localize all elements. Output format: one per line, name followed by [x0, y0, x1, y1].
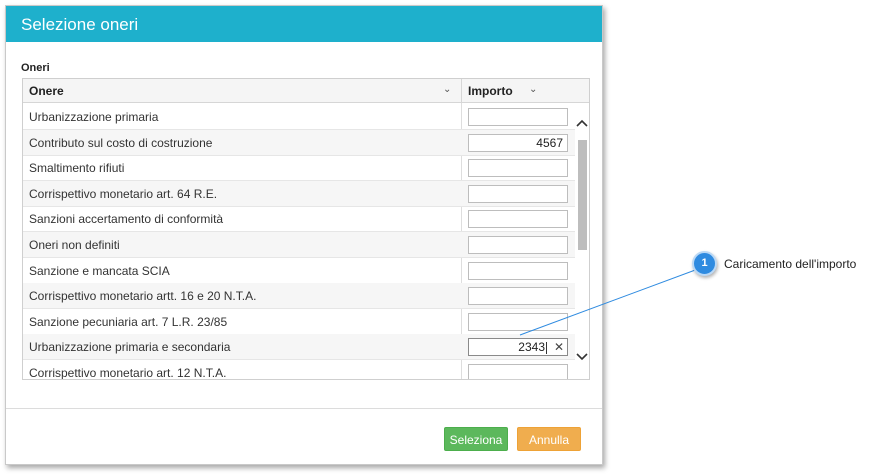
annotation-callout-line [519, 268, 699, 336]
annotation-badge: 1 [692, 251, 717, 276]
annotation-text: Caricamento dell'importo [724, 257, 857, 271]
